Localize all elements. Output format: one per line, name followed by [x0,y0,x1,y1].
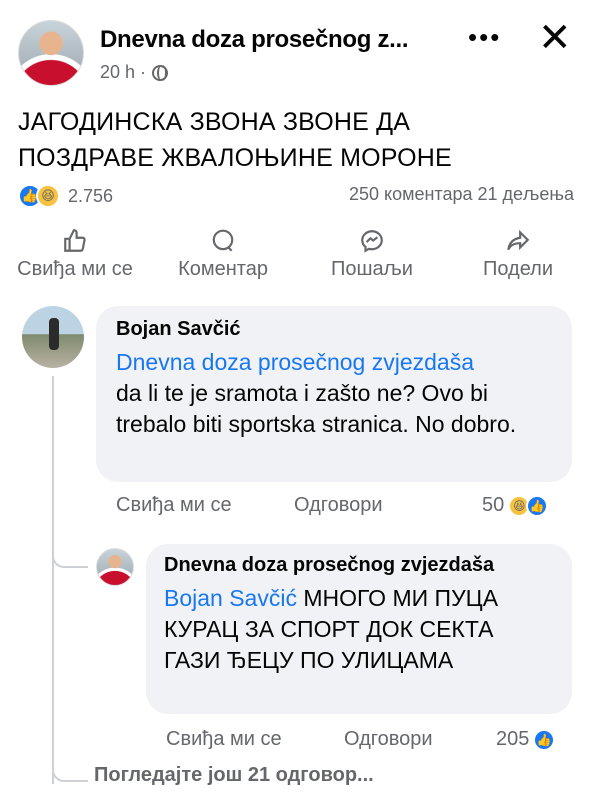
comment-label: Коментар [178,258,268,280]
reply-connector [52,556,88,568]
globe-icon [152,64,169,81]
haha-icon: 😆 [36,184,60,208]
close-button[interactable]: ✕ [538,18,572,58]
post-time[interactable]: 20 h · [100,62,146,83]
comment-reaction-count: 50 [482,494,505,516]
like-icon [64,229,86,252]
more-options-button[interactable]: ••• [468,22,501,53]
reply-author[interactable]: Dnevna doza prosečnog zvjezdaša [164,554,554,577]
comment-author[interactable]: Bojan Savčić [116,318,552,341]
post-stats: 👍 😆 2.756 250 коментара 21 дељења [18,184,574,210]
view-more-replies-link[interactable]: Погледајте још 21 одговор... [94,764,374,787]
comment-button[interactable]: Коментар [168,228,278,281]
reactions-summary[interactable]: 👍 😆 2.756 [18,184,113,208]
share-button[interactable]: Подели [468,228,568,281]
page-name[interactable]: Dnevna doza prosečnog z... [100,26,409,54]
post-meta: 20 h · [100,62,169,83]
reply-actions: Свиђа ми се Одговори 205 👍 [166,728,572,756]
comment-body: da li te je sramota i zašto ne? Ovo bi t… [116,380,517,437]
commenter-avatar[interactable] [22,306,84,368]
like-label: Свиђа ми се [17,258,133,280]
comments-shares-count[interactable]: 250 коментара 21 дељења [349,184,574,205]
reply-like-button[interactable]: Свиђа ми се [166,728,282,751]
post-text-line: ЈАГОДИНСКА ЗВОНА ЗВОНЕ ДА [18,108,411,136]
comment-icon [212,229,234,252]
post-header: Dnevna doza prosečnog z... 20 h · ••• ✕ [18,18,578,90]
comment-mention[interactable]: Dnevna doza prosečnog zvjezdaša [116,349,474,375]
send-label: Пошаљи [331,258,413,280]
reply-reply-button[interactable]: Одговори [344,728,433,751]
comment-bubble: Bojan Savčić Dnevna doza prosečnog zvjez… [96,306,572,482]
reply-reactions[interactable]: 205 👍 [496,728,556,751]
reaction-count: 2.756 [68,185,114,206]
comment-reply-button[interactable]: Одговори [294,494,383,517]
comment-reactions[interactable]: 50 😆 👍 [482,494,549,517]
comment-actions: Свиђа ми се Одговори 50 😆 👍 [116,494,572,522]
share-icon [507,229,530,251]
post-text: ЈАГОДИНСКА ЗВОНА ЗВОНЕ ДА ПОЗДРАВЕ ЖВАЛО… [18,104,578,176]
reply-connector [52,770,88,782]
messenger-icon [361,230,383,253]
post-actions: Свиђа ми се Коментар Пошаљи Подели [0,228,590,288]
comment-text: Dnevna doza prosečnog zvjezdaša da li te… [116,347,552,440]
post-text-line: ПОЗДРАВЕ ЖВАЛОЊИНЕ МОРОНЕ [18,144,452,172]
like-button[interactable]: Свиђа ми се [10,228,140,281]
send-button[interactable]: Пошаљи [322,228,422,281]
like-icon: 👍 [526,494,549,517]
reply-avatar[interactable] [96,548,134,586]
comment-like-button[interactable]: Свиђа ми се [116,494,232,517]
reply-mention[interactable]: Bojan Savčić [164,585,297,611]
reply-bubble: Dnevna doza prosečnog zvjezdaša Bojan Sa… [146,544,572,714]
share-label: Подели [482,258,554,280]
page-avatar[interactable] [18,20,84,86]
like-icon: 👍 [533,728,556,751]
reply-text: Bojan Savčić МНОГО МИ ПУЦА КУРАЦ ЗА СПОР… [164,583,554,676]
thread-line [52,376,54,784]
reply-reaction-count: 205 [496,728,530,750]
